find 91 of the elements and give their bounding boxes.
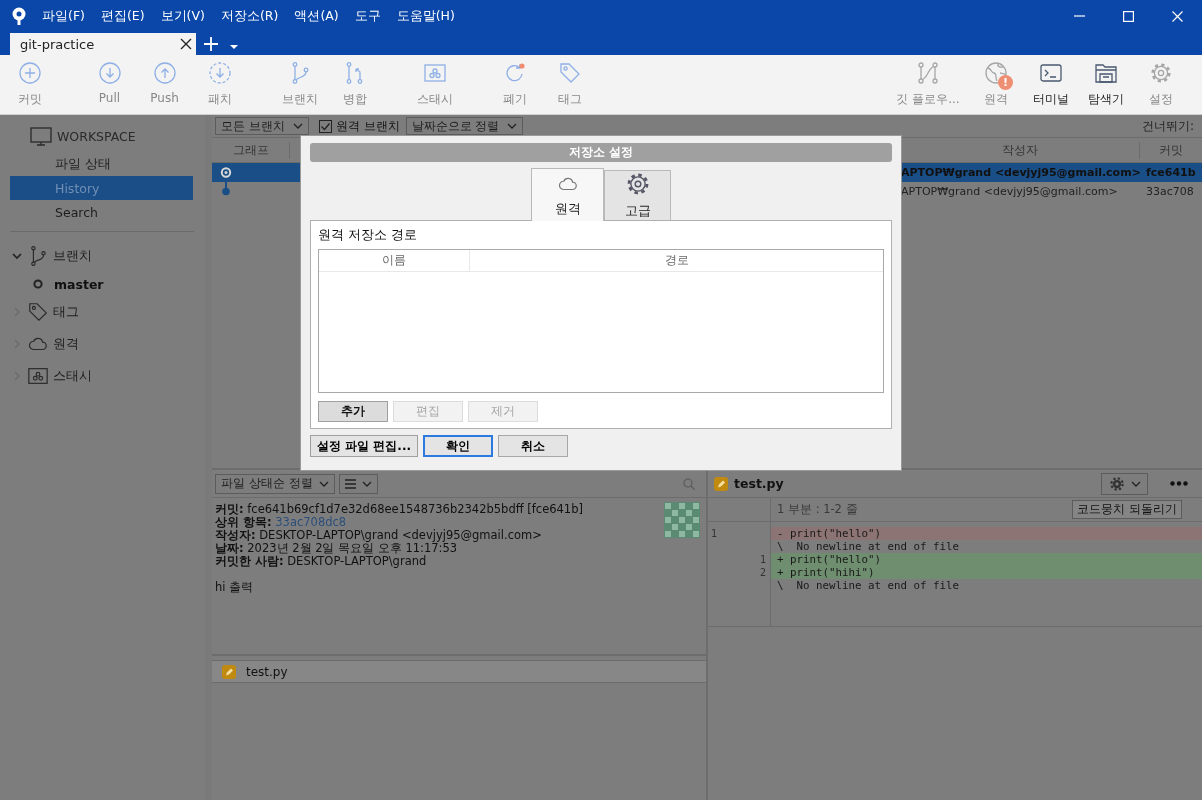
toolbar-button[interactable]: 터미널 [1023, 61, 1078, 108]
sidebar-item[interactable]: Search [10, 200, 193, 224]
column-header: 이름 [319, 250, 470, 271]
checkbox-label: 원격 브랜치 [335, 117, 400, 135]
plus-circle-icon [17, 61, 42, 85]
chevron-down-icon [318, 480, 329, 487]
caret-icon [230, 45, 238, 49]
chevron-down-icon [292, 123, 303, 129]
folder-icon [1093, 61, 1118, 85]
file-edit-icon [714, 476, 728, 491]
sidebar-item[interactable]: History [10, 176, 193, 200]
menu-item[interactable]: 보기(V) [160, 5, 205, 27]
sidebar-item[interactable]: 파일 상태 [10, 152, 193, 176]
alert-badge: ! [998, 75, 1013, 90]
sort-dropdown[interactable]: 파일 상태순 정렬 [215, 473, 335, 494]
section-header[interactable]: 브랜치 [53, 247, 92, 265]
commit-info-line: 날짜: 2023년 2월 2일 목요일 오후 11:17:53 [215, 542, 458, 555]
diff-line: \ No newline at end of file [776, 579, 960, 592]
menu-item[interactable]: 도구 [354, 5, 381, 27]
more-icon [1170, 481, 1188, 486]
section-title: WORKSPACE [57, 129, 136, 144]
arrow-up-circle-icon [152, 61, 177, 85]
table-cell-text: fce641b [1145, 166, 1197, 179]
commit-info-line: 커밋한 사람: DESKTOP-LAPTOP\grand [215, 555, 428, 568]
settings-icon [1148, 61, 1173, 85]
list-icon [344, 478, 356, 489]
section-header[interactable]: 태그 [53, 303, 79, 321]
line-number: 1 [758, 553, 767, 566]
toolbar-button[interactable]: 탐색기 [1078, 61, 1133, 108]
commit-link[interactable]: 33ac708dc8 [275, 515, 347, 529]
dialog-button[interactable]: 확인 [423, 435, 494, 457]
close-icon [1172, 10, 1183, 22]
menu-item[interactable]: 파일(F) [42, 5, 85, 27]
stash-icon [27, 365, 49, 387]
tab[interactable]: 고급 [604, 170, 671, 220]
menu-item[interactable]: 편집(E) [100, 5, 145, 27]
file-name: test.py [734, 476, 784, 491]
column-header: 경로 [663, 252, 690, 269]
tag-icon [27, 301, 49, 323]
tab[interactable]: git-practice [10, 33, 196, 55]
hunk-header: 1 부분 : 1-2 줄 [776, 502, 858, 517]
branch-item[interactable]: master [54, 276, 104, 292]
section-header[interactable]: 스태시 [53, 367, 92, 385]
chevron-down-icon [361, 480, 372, 487]
column-header: 그래프 [212, 141, 290, 159]
file-row[interactable]: test.py [212, 661, 706, 683]
branch-dropdown[interactable]: 모든 브랜치 [215, 117, 309, 135]
menu-item[interactable]: 도움말(H) [396, 5, 455, 27]
file-edit-icon [222, 664, 236, 679]
section-label: 원격 저장소 경로 [318, 227, 418, 244]
line-number: 2 [758, 566, 767, 579]
terminal-icon [1038, 61, 1063, 85]
chevron-down-icon [1131, 480, 1141, 487]
chevron-down-icon [507, 123, 518, 129]
diff-line: \ No newline at end of file [776, 540, 960, 553]
arrow-down-circle-icon [97, 61, 122, 85]
menu-item[interactable]: 액션(A) [294, 5, 339, 27]
globe-icon [983, 61, 1008, 85]
avatar-icon [664, 502, 700, 538]
search-icon [683, 477, 695, 490]
settings-icon [1108, 474, 1126, 493]
dialog-button[interactable]: 취소 [498, 435, 569, 457]
edit-config-button[interactable]: 설정 파일 편집... [310, 435, 419, 457]
column-header: 커밋 [1158, 141, 1184, 159]
branch-head-icon [33, 279, 43, 289]
revert-hunk-button[interactable]: 코드뭉치 되돌리기 [1072, 500, 1182, 519]
maximize-icon [1123, 10, 1134, 22]
stash-icon [422, 61, 447, 85]
flow-icon [916, 61, 940, 85]
commit-info-line: 작성자: DESKTOP-LAPTOP\grand <devjyj95@gmail.com> [215, 529, 543, 542]
logo-icon [10, 6, 28, 26]
field-label: 상위 항목: [215, 515, 272, 529]
close-icon [180, 38, 192, 50]
dialog-title: 저장소 설정 [310, 143, 892, 162]
commit-message: hi 출력 [215, 581, 255, 594]
monitor-icon [30, 127, 52, 146]
sort-dropdown[interactable]: 날짜순으로 정렬 [405, 117, 524, 135]
table-cell-text: APTOP₩grand <devjyj95@gmail.com> [901, 166, 1142, 179]
plus-icon [204, 37, 218, 51]
dialog-button[interactable]: 추가 [318, 401, 388, 422]
table-cell-text: APTOP₩grand <devjyj95@gmail.com> [901, 185, 1119, 198]
menu-item[interactable]: 저장소(R) [220, 5, 279, 27]
settings-dropdown[interactable] [1101, 472, 1148, 495]
view-dropdown[interactable] [338, 473, 378, 494]
line-number: 1 [710, 527, 719, 540]
section-header[interactable]: 원격 [53, 335, 79, 353]
commit-info-line: 커밋: fce641b69cf1d7e32d68ee1548736b2342b5bdff [fce641b] [215, 503, 584, 516]
table-cell-text: 33ac708 [1145, 185, 1195, 198]
tag-icon [557, 61, 582, 85]
tab[interactable]: 원격 [531, 168, 604, 221]
skip-label: 건너뛰기: [1141, 117, 1194, 135]
